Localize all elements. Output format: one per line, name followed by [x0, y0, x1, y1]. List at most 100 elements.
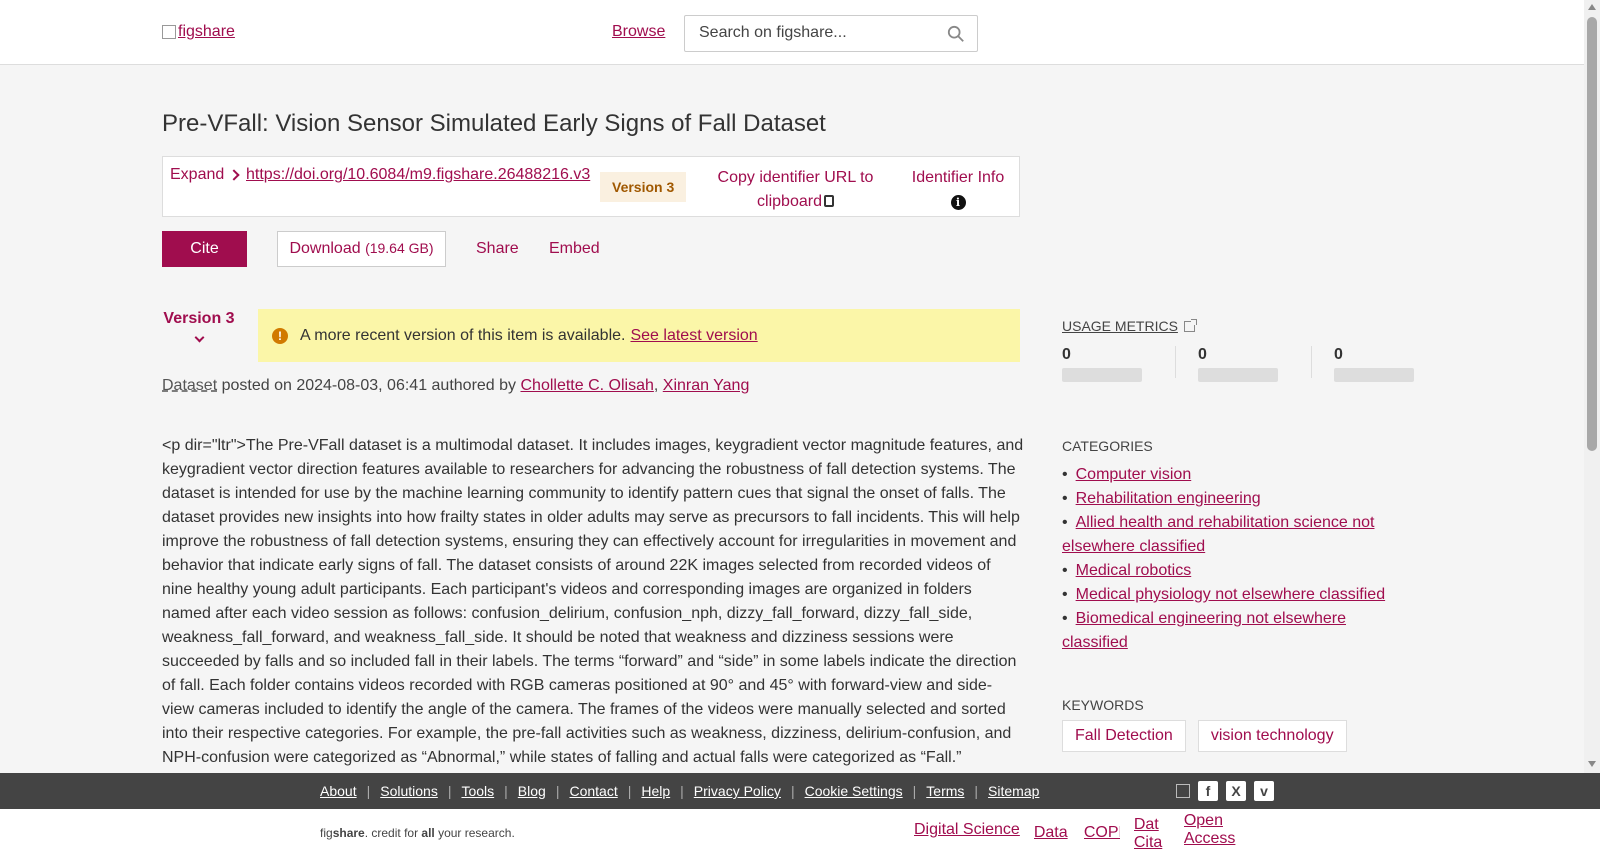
digital-science-logo[interactable]: Digital Science	[914, 821, 1020, 852]
footer-links: About | Solutions | Tools | Blog | Contact | …	[320, 783, 1040, 799]
metric-divider	[1311, 346, 1312, 378]
info-icon: i	[950, 195, 966, 210]
external-link-icon	[1183, 318, 1197, 332]
category-link[interactable]: Medical robotics	[1076, 562, 1192, 579]
version-selector-label: Version 3	[163, 310, 235, 327]
search-input[interactable]	[699, 24, 929, 42]
doi-link[interactable]: https://doi.org/10.6084/m9.figshare.2648…	[246, 166, 590, 184]
footer-link-blog[interactable]: Blog	[518, 783, 546, 799]
list-item: Computer vision	[1062, 463, 1412, 487]
page-title: Pre-VFall: Vision Sensor Simulated Early…	[162, 110, 826, 137]
list-item: Rehabilitation engineering	[1062, 487, 1412, 511]
expand-label: Expand	[170, 166, 225, 183]
footer-credit: figshare. credit for all your research.	[320, 826, 515, 840]
cite-button[interactable]: Cite	[162, 231, 247, 267]
scrollbar-thumb[interactable]	[1587, 17, 1597, 451]
usage-metrics-link[interactable]: USAGE METRICS	[1062, 318, 1197, 334]
cope-logo[interactable]: COPE	[1084, 824, 1120, 852]
footer-link-help[interactable]: Help	[641, 783, 670, 799]
expand-button[interactable]: Expand	[170, 166, 240, 184]
embed-button[interactable]: Embed	[549, 240, 600, 258]
list-item: Medical physiology not elsewhere classif…	[1062, 583, 1412, 607]
footer-link-terms[interactable]: Terms	[926, 783, 964, 799]
logo-alt-text: figshare	[178, 23, 235, 40]
identifier-info-button[interactable]: Identifier Info i	[908, 166, 1008, 214]
category-link[interactable]: Rehabilitation engineering	[1076, 490, 1261, 507]
keyword-tag[interactable]: Fall Detection	[1062, 720, 1186, 752]
scroll-down-arrow-icon[interactable]	[1588, 761, 1596, 767]
page-scrollbar[interactable]	[1584, 0, 1600, 773]
open-access-logo[interactable]: Open Access	[1184, 812, 1238, 852]
broken-image-icon	[1176, 784, 1190, 798]
keyword-tag[interactable]: vision technology	[1197, 720, 1347, 752]
identifier-info-label: Identifier Info	[911, 169, 1005, 186]
footer-nav: About | Solutions | Tools | Blog | Contact | …	[0, 773, 1600, 809]
chevron-right-icon	[228, 169, 240, 181]
usage-metrics-label: USAGE METRICS	[1062, 318, 1178, 334]
search-box	[684, 15, 978, 52]
warning-icon: !	[272, 327, 288, 344]
download-button[interactable]: Download (19.64 GB)	[277, 231, 446, 267]
author-link[interactable]: Chollette C. Olisah	[520, 377, 653, 394]
category-link[interactable]: Computer vision	[1076, 466, 1192, 483]
vimeo-icon[interactable]: v	[1254, 781, 1274, 801]
copy-label-line2: clipboard	[757, 193, 822, 210]
see-latest-version-link[interactable]: See latest version	[630, 327, 757, 345]
metric-divider	[1175, 346, 1176, 378]
keywords-list: Fall Detection vision technology	[1062, 720, 1412, 752]
metric-bar	[1062, 368, 1142, 382]
newer-version-alert: ! A more recent version of this item is …	[258, 309, 1020, 362]
copy-icon	[823, 195, 834, 207]
list-item: Biomedical engineering not elsewhere cla…	[1062, 607, 1412, 655]
download-size: (19.64 GB)	[365, 240, 434, 256]
search-icon[interactable]	[947, 25, 965, 43]
copy-label-line1: Copy identifier URL to	[717, 169, 874, 186]
metric-citations: 0	[1334, 346, 1444, 382]
list-item: Medical robotics	[1062, 559, 1412, 583]
browse-link[interactable]: Browse	[612, 23, 665, 41]
footer-link-cookie-settings[interactable]: Cookie Settings	[805, 783, 903, 799]
footer-link-privacy[interactable]: Privacy Policy	[694, 783, 781, 799]
item-meta: Dataset posted on 2024-08-03, 06:41 auth…	[162, 377, 749, 395]
metric-bar	[1198, 368, 1278, 382]
site-header: figshare Browse	[0, 0, 1584, 65]
item-type: Dataset	[162, 377, 218, 394]
keywords-heading: KEYWORDS	[1062, 697, 1144, 713]
share-button[interactable]: Share	[476, 240, 519, 258]
identifier-box: Expand https://doi.org/10.6084/m9.figsha…	[162, 156, 1020, 217]
chevron-down-icon	[194, 332, 204, 343]
footer-bottom: figshare. credit for all your research. …	[0, 809, 1600, 857]
figshare-logo[interactable]: figshare	[162, 23, 235, 41]
category-link[interactable]: Allied health and rehabilitation science…	[1062, 514, 1374, 555]
categories-heading: CATEGORIES	[1062, 438, 1153, 454]
social-links: f X v	[1176, 781, 1274, 801]
data-logo[interactable]: Data	[1034, 824, 1070, 852]
broken-image-icon	[162, 25, 176, 39]
metric-downloads: 0	[1198, 346, 1308, 382]
metric-views: 0	[1062, 346, 1172, 382]
version-badge: Version 3	[600, 172, 687, 202]
categories-list: Computer vision Rehabilitation engineeri…	[1062, 463, 1412, 655]
copy-identifier-button[interactable]: Copy identifier URL to clipboard	[708, 166, 883, 214]
metric-bar	[1334, 368, 1414, 382]
author-separator: ,	[653, 377, 663, 394]
scroll-up-arrow-icon[interactable]	[1588, 4, 1596, 10]
footer-link-about[interactable]: About	[320, 783, 357, 799]
facebook-icon[interactable]: f	[1198, 781, 1218, 801]
list-item: Allied health and rehabilitation science…	[1062, 511, 1412, 559]
footer-link-sitemap[interactable]: Sitemap	[988, 783, 1039, 799]
posted-text: posted on 2024-08-03, 06:41 authored by	[217, 377, 521, 394]
metric-value: 0	[1062, 346, 1071, 363]
category-link[interactable]: Medical physiology not elsewhere classif…	[1076, 586, 1386, 603]
metric-value: 0	[1198, 346, 1207, 363]
footer-link-solutions[interactable]: Solutions	[380, 783, 438, 799]
footer-link-tools[interactable]: Tools	[461, 783, 494, 799]
author-link[interactable]: Xinran Yang	[663, 377, 750, 394]
x-twitter-icon[interactable]: X	[1226, 781, 1246, 801]
datacite-logo[interactable]: Dat Cita	[1134, 816, 1170, 852]
download-label: Download	[289, 240, 361, 257]
footer-link-contact[interactable]: Contact	[569, 783, 617, 799]
category-link[interactable]: Biomedical engineering not elsewhere cla…	[1062, 610, 1346, 651]
version-selector[interactable]: Version 3	[162, 310, 236, 343]
alert-text: A more recent version of this item is av…	[300, 326, 626, 344]
